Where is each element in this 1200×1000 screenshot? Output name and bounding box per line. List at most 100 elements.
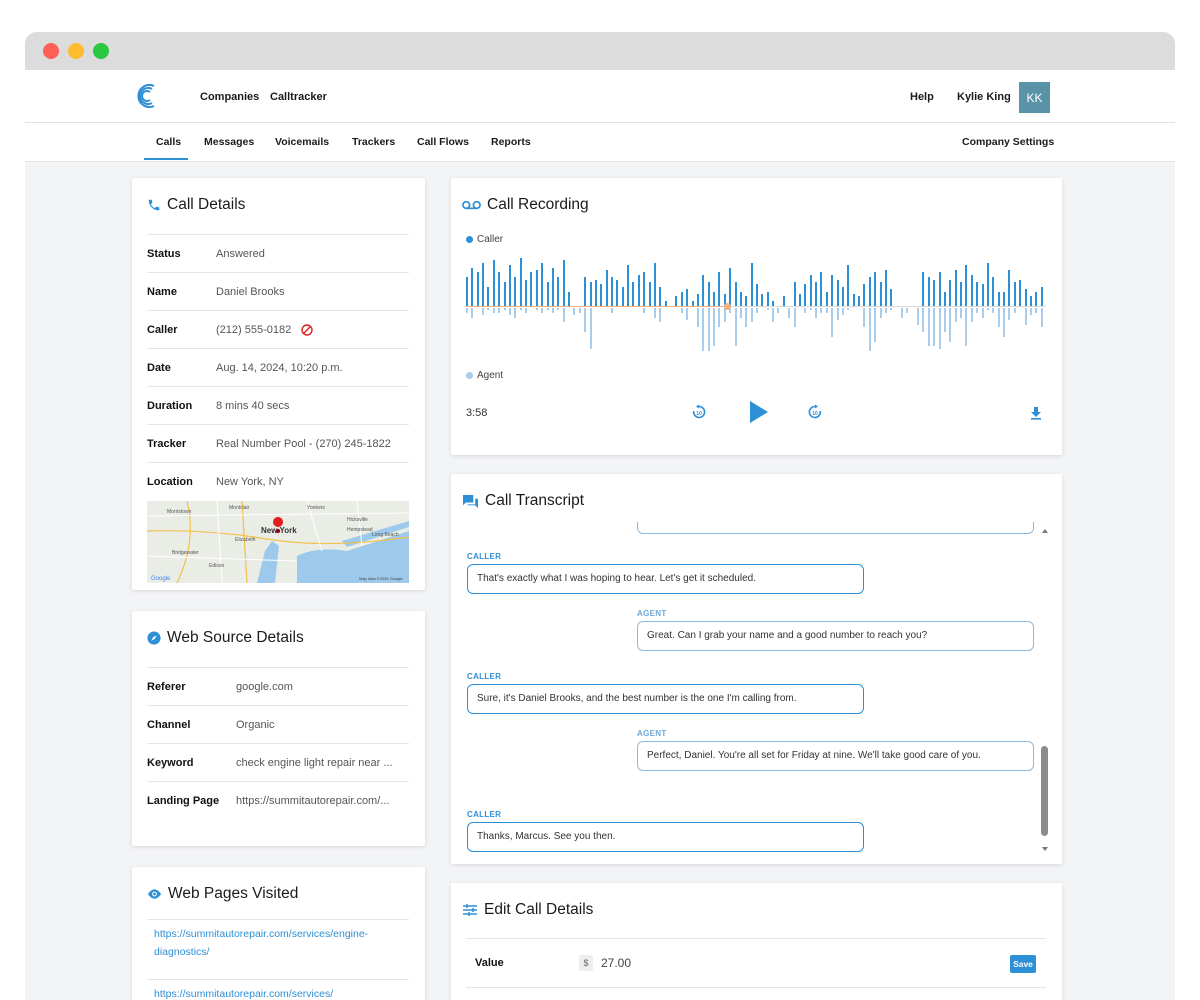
close-window-button[interactable] xyxy=(43,43,59,59)
agent-wave-bar xyxy=(1035,308,1037,313)
call-recording-card: Call Recording Caller Agent 3:58 10 10 xyxy=(451,178,1062,455)
agent-wave-bar xyxy=(563,308,565,322)
caller-wave-bar xyxy=(595,280,597,306)
forward-10-icon[interactable]: 10 xyxy=(807,404,823,420)
caller-wave-bar xyxy=(471,268,473,306)
tab-reports[interactable]: Reports xyxy=(491,136,531,148)
caller-wave-bar xyxy=(622,287,624,306)
tab-calls[interactable]: Calls xyxy=(156,136,181,148)
transcript-messages[interactable]: CALLER That's exactly what I was hoping … xyxy=(451,522,1062,864)
agent-wave-bar xyxy=(960,308,962,318)
value-input[interactable]: 27.00 xyxy=(601,956,631,970)
tab-messages[interactable]: Messages xyxy=(204,136,254,148)
edit-call-details-title: Edit Call Details xyxy=(462,901,593,919)
save-button[interactable]: Save xyxy=(1010,955,1036,973)
user-avatar[interactable]: KK xyxy=(1019,82,1050,113)
transcript-scrollbar[interactable] xyxy=(1041,528,1049,854)
tab-voicemails[interactable]: Voicemails xyxy=(275,136,329,148)
location-map[interactable]: Morristown Montclair Yonkers Hicksville … xyxy=(147,501,409,583)
caller-wave-bar xyxy=(804,284,806,306)
block-caller-icon[interactable] xyxy=(301,324,313,336)
agent-wave-bar xyxy=(654,308,656,318)
caller-number-link[interactable]: (212) 555-0182 xyxy=(216,324,291,336)
nav-help[interactable]: Help xyxy=(910,91,934,103)
call-details-title-text: Call Details xyxy=(167,196,246,213)
detail-value: Daniel Brooks xyxy=(216,285,285,298)
agent-wave-bar xyxy=(982,308,984,318)
map-graphic: Morristown Montclair Yonkers Hicksville … xyxy=(147,501,409,583)
active-tab-indicator xyxy=(144,158,188,160)
visited-page-link[interactable]: https://summitautorepair.com/services/en… xyxy=(154,925,402,962)
maximize-window-button[interactable] xyxy=(93,43,109,59)
agent-wave-bar xyxy=(584,308,586,332)
caller-wave-bar xyxy=(627,265,629,306)
agent-wave-bar xyxy=(944,308,946,332)
caller-wave-bar xyxy=(869,277,871,306)
phone-icon xyxy=(148,199,160,211)
pages-visited-title: Web Pages Visited xyxy=(147,885,298,903)
transcript-bubble-caller: Sure, it's Daniel Brooks, and the best n… xyxy=(467,684,864,714)
agent-wave-bar xyxy=(509,308,511,315)
minimize-window-button[interactable] xyxy=(68,43,84,59)
caller-wave-bar xyxy=(686,289,688,306)
playback-progress xyxy=(466,306,727,307)
company-settings-link[interactable]: Company Settings xyxy=(962,136,1054,148)
caller-wave-bar xyxy=(654,263,656,306)
map-label-edison: Edison xyxy=(209,563,225,569)
caller-wave-bar xyxy=(1019,280,1021,306)
tab-trackers[interactable]: Trackers xyxy=(352,136,395,148)
caller-wave-bar xyxy=(944,292,946,306)
agent-wave-bar xyxy=(1008,308,1010,320)
rewind-10-icon[interactable]: 10 xyxy=(691,404,707,420)
agent-wave-bar xyxy=(933,308,935,346)
detail-key: Keyword xyxy=(147,756,194,769)
caller-wave-bar xyxy=(965,265,967,306)
source-row-keyword: Keyword check engine light repair near .… xyxy=(147,743,409,781)
scroll-up-icon[interactable] xyxy=(1041,528,1049,534)
detail-key: Status xyxy=(147,247,181,260)
download-icon[interactable] xyxy=(1029,406,1043,420)
caller-wave-bar xyxy=(477,272,479,306)
nav-companies[interactable]: Companies xyxy=(200,91,259,103)
call-transcript-title-text: Call Transcript xyxy=(485,492,585,509)
caller-wave-bar xyxy=(982,284,984,306)
web-source-card: Web Source Details Referer google.com Ch… xyxy=(132,611,425,846)
brand-logo-c-icon[interactable] xyxy=(134,82,158,110)
caller-wave-bar xyxy=(853,294,855,306)
user-name[interactable]: Kylie King xyxy=(957,91,1011,103)
svg-text:10: 10 xyxy=(812,411,818,417)
caller-wave-bar xyxy=(1030,296,1032,306)
agent-wave-bar xyxy=(493,308,495,313)
agent-wave-bar xyxy=(922,308,924,332)
scrollbar-thumb[interactable] xyxy=(1041,746,1048,836)
landing-page-link[interactable]: https://summitautorepair.com/... xyxy=(236,795,389,807)
agent-wave-bar xyxy=(708,308,710,351)
agent-wave-bar xyxy=(1025,308,1027,325)
caller-wave-bar xyxy=(858,296,860,306)
nav-calltracker[interactable]: Calltracker xyxy=(270,91,327,103)
agent-wave-bar xyxy=(794,308,796,327)
agent-wave-bar xyxy=(702,308,704,351)
tab-call-flows[interactable]: Call Flows xyxy=(417,136,469,148)
svg-text:10: 10 xyxy=(696,411,702,417)
top-navigation: Companies Calltracker Help Kylie King KK xyxy=(25,70,1175,123)
caller-wave-bar xyxy=(600,284,602,306)
waveform[interactable] xyxy=(466,256,1046,356)
agent-wave-bar xyxy=(718,308,720,327)
play-icon[interactable] xyxy=(748,400,770,424)
agent-wave-bar xyxy=(928,308,930,346)
map-label-yonkers: Yonkers xyxy=(307,505,325,511)
web-source-title-text: Web Source Details xyxy=(167,629,304,646)
call-details-title: Call Details xyxy=(147,196,245,214)
caller-wave-bar xyxy=(498,272,500,306)
caller-wave-bar xyxy=(568,292,570,306)
caller-wave-bar xyxy=(874,272,876,306)
visited-page-link[interactable]: https://summitautorepair.com/services/ xyxy=(154,985,402,1000)
sliders-icon xyxy=(463,904,477,916)
scroll-down-icon[interactable] xyxy=(1041,846,1049,852)
detail-value: Answered xyxy=(216,247,265,260)
detail-value: check engine light repair near ... xyxy=(236,756,393,769)
playback-scrubber[interactable] xyxy=(724,303,731,310)
caller-wave-bar xyxy=(992,277,994,306)
source-row-landing-page: Landing Page https://summitautorepair.co… xyxy=(147,781,409,819)
